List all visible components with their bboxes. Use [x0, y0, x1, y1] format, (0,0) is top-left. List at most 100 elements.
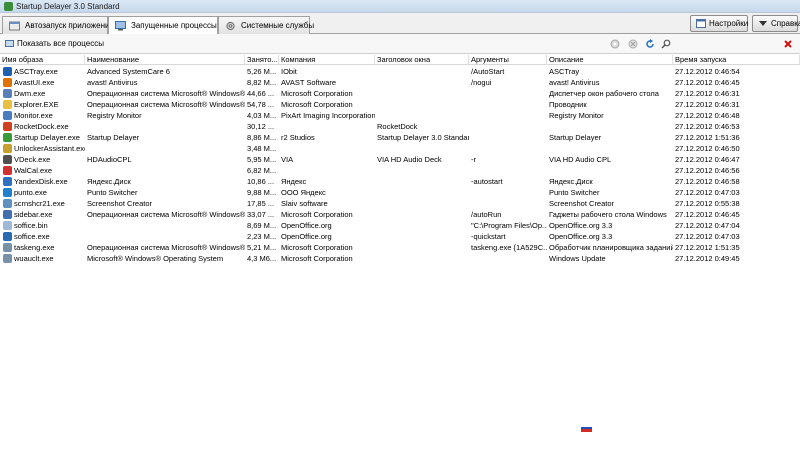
table-cell: UnlockerAssistant.exe	[14, 144, 85, 153]
table-cell	[85, 220, 245, 231]
settings-gear-icon[interactable]	[610, 39, 620, 49]
find-icon[interactable]	[661, 39, 671, 49]
processes-icon	[5, 40, 14, 47]
table-row[interactable]: Monitor.exe Registry Monitor 4,03 M... PixA…	[0, 110, 800, 121]
table-cell: 27.12.2012 0:46:31	[675, 100, 740, 109]
table-cell: Slaiv software	[281, 199, 328, 208]
language-flag-icon	[581, 424, 592, 432]
column-header[interactable]: Наименование	[85, 55, 245, 65]
table-cell: "C:\Program Files\Op...	[471, 221, 547, 230]
table-cell: RocketDock.exe	[14, 122, 69, 131]
table-cell: Monitor.exe	[14, 111, 53, 120]
table-cell: 27.12.2012 1:51:36	[675, 133, 740, 142]
table-row[interactable]: punto.exe Punto Switcher 9,88 M... ООО Янде…	[0, 187, 800, 198]
table-cell: 27.12.2012 0:46:45	[675, 210, 740, 219]
title-bar: Startup Delayer 3.0 Standard	[0, 0, 800, 13]
processes-icon	[115, 21, 126, 31]
table-cell: VDeck.exe	[14, 155, 51, 164]
table-cell	[375, 110, 469, 121]
show-all-processes-button[interactable]: Показать все процессы	[4, 38, 104, 50]
table-cell: 4,03 M...	[247, 111, 277, 120]
table-cell	[85, 121, 245, 132]
settings-button[interactable]: Настройки	[690, 15, 748, 32]
table-row[interactable]: VDeck.exe HDAudioCPL 5,95 M... VIA VIA HD Au…	[0, 154, 800, 165]
column-header[interactable]: Занято...	[245, 55, 279, 65]
table-row[interactable]: YandexDisk.exe Яндекс.Диск 10,86 ... Яндекс…	[0, 176, 800, 187]
table-cell	[375, 187, 469, 198]
table-cell: Microsoft® Windows® Operating System	[87, 254, 224, 263]
tab-processes[interactable]: Запущенные процессы	[108, 16, 218, 35]
table-cell	[375, 231, 469, 242]
table-cell	[469, 132, 547, 143]
table-cell: 4,3 M6...	[247, 254, 277, 263]
table-cell: 27.12.2012 0:46:47	[675, 155, 740, 164]
table-row[interactable]: Dwm.exe Операционная система Microsoft® W…	[0, 88, 800, 99]
table-cell: /AutoStart	[471, 67, 505, 76]
table-cell: 27.12.2012 0:46:53	[675, 122, 740, 131]
table-cell: 27.12.2012 0:55:38	[675, 199, 740, 208]
table-cell: PixArt Imaging Incorporation	[281, 111, 375, 120]
table-cell	[375, 99, 469, 110]
help-button[interactable]: Справка	[752, 15, 800, 32]
table-cell: Registry Monitor	[87, 111, 142, 120]
table-cell: 27.12.2012 0:49:45	[675, 254, 740, 263]
table-row[interactable]: Explorer.EXE Операционная система Microso…	[0, 99, 800, 110]
table-cell	[85, 143, 245, 154]
table-cell: 54,78 ...	[247, 100, 275, 109]
table-cell	[375, 88, 469, 99]
table-cell: WalCal.exe	[14, 166, 53, 175]
close-icon[interactable]	[783, 39, 793, 49]
table-cell	[85, 231, 245, 242]
table-cell: soffice.exe	[14, 232, 50, 241]
table-cell: 8,86 M...	[247, 133, 277, 142]
table-cell: avast! Antivirus	[87, 78, 138, 87]
column-header[interactable]: Аргументы	[469, 55, 547, 65]
table-row[interactable]: ASCTray.exe Advanced SystemCare 6 5,26 M..…	[0, 66, 800, 77]
column-header[interactable]: Заголовок окна	[375, 55, 469, 65]
table-cell: 30,12 ...	[247, 122, 275, 131]
table-row[interactable]: scrnshcr21.exe Screenshot Creator 17,85 ..…	[0, 198, 800, 209]
table-cell: OpenOffice.org 3.3	[549, 232, 613, 241]
table-row[interactable]: AvastUI.exe avast! Antivirus 8,82 M... AVAS…	[0, 77, 800, 88]
autostart-icon	[9, 21, 20, 31]
table-row[interactable]: sidebar.exe Операционная система Microsof…	[0, 209, 800, 220]
table-cell: Яндекс	[281, 177, 307, 186]
table-cell: taskeng.exe	[14, 243, 55, 252]
table-cell: Microsoft Corporation	[281, 243, 353, 252]
refresh-icon[interactable]	[645, 39, 655, 49]
table-cell: Registry Monitor	[549, 111, 604, 120]
table-row[interactable]: wuauclt.exe Microsoft® Windows® Operating…	[0, 253, 800, 264]
tab-services[interactable]: Системные службы	[218, 16, 314, 34]
table-cell	[469, 187, 547, 198]
table-cell: Punto Switcher	[87, 188, 138, 197]
table-cell: OpenOffice.org	[281, 221, 332, 230]
table-cell: Screenshot Creator	[87, 199, 153, 208]
table-cell: Яндекс.Диск	[549, 177, 593, 186]
services-icon	[226, 21, 235, 31]
table-row[interactable]: WalCal.exe 6,82 M... 27.12.2012 0:46:56	[0, 165, 800, 176]
column-header[interactable]: Компания	[279, 55, 375, 65]
column-header[interactable]: Время запуска	[673, 55, 800, 65]
stop-icon[interactable]	[628, 39, 638, 49]
table-cell: VIA HD Audio CPL	[549, 155, 612, 164]
table-row[interactable]: RocketDock.exe 30,12 ... RocketDock 27.12.2…	[0, 121, 800, 132]
table-row[interactable]: soffice.bin 8,69 M... OpenOffice.org "C:\Pr…	[0, 220, 800, 231]
table-cell: 9,88 M...	[247, 188, 277, 197]
table-cell: soffice.bin	[14, 221, 48, 230]
table-row[interactable]: soffice.exe 2,23 M... OpenOffice.org -quick…	[0, 231, 800, 242]
table-cell	[469, 143, 547, 154]
table-cell: Microsoft Corporation	[281, 100, 353, 109]
column-header[interactable]: Описание	[547, 55, 673, 65]
table-cell: 44,66 ...	[247, 89, 275, 98]
column-header[interactable]: Имя образа	[0, 55, 85, 65]
table-cell: Advanced SystemCare 6	[87, 67, 170, 76]
table-row[interactable]: Startup Delayer.exe Startup Delayer 8,86 M…	[0, 132, 800, 143]
tab-autostart[interactable]: Автозапуск приложений	[2, 16, 114, 34]
table-cell: 10,86 ...	[247, 177, 275, 186]
table-cell	[375, 242, 469, 253]
table-cell: YandexDisk.exe	[14, 177, 68, 186]
table-cell	[469, 110, 547, 121]
table-row[interactable]: UnlockerAssistant.exe 3,48 M... 27.12.2012…	[0, 143, 800, 154]
table-row[interactable]: taskeng.exe Операционная система Microsof…	[0, 242, 800, 253]
table-cell: Операционная система Microsoft® Windows®	[87, 243, 245, 252]
